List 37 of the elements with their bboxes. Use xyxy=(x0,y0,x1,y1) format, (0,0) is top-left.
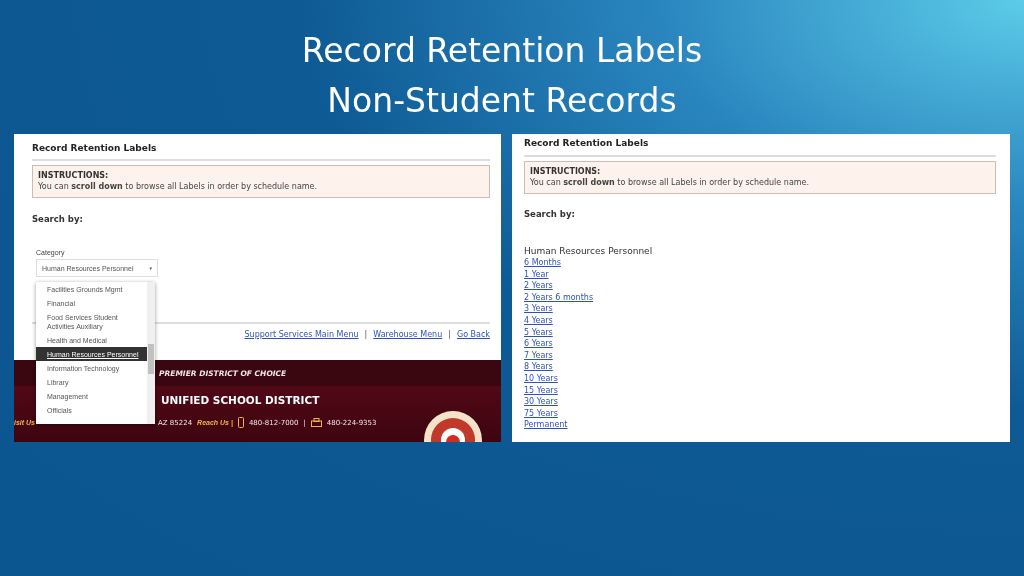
scrollbar[interactable] xyxy=(147,282,155,424)
link-separator: | xyxy=(448,330,451,339)
scrollbar-thumb[interactable] xyxy=(148,344,154,374)
nav-link[interactable]: Warehouse Menu xyxy=(373,330,443,339)
retention-link[interactable]: 2 Years 6 months xyxy=(524,291,594,304)
retention-link[interactable]: 4 Years xyxy=(524,314,553,327)
seal-logo-drawing xyxy=(423,410,483,442)
retention-link[interactable]: 30 Years xyxy=(524,396,558,408)
instructions-text: You can scroll down to browse all Labels in order by schedule name. xyxy=(530,177,810,189)
page-heading: Record Retention Labels xyxy=(524,137,649,149)
retention-link[interactable]: 15 Years xyxy=(524,384,558,397)
link-separator: | xyxy=(364,330,368,339)
fax-icon xyxy=(310,418,322,427)
page-heading: Record Retention Labels xyxy=(32,142,157,154)
slide-title: Record Retention Labels xyxy=(301,30,703,72)
instructions-text: You can scroll down to browse all Labels in order by schedule name. xyxy=(38,181,318,193)
phone-icon xyxy=(237,417,244,428)
retention-link[interactable]: 1 Year xyxy=(524,268,549,281)
nav-link[interactable]: Go Back xyxy=(456,330,490,339)
retention-link[interactable]: 8 Years xyxy=(524,361,553,373)
slide-title: Non-Student Records xyxy=(327,80,677,122)
retention-link[interactable]: Permanent xyxy=(524,419,568,431)
retention-link[interactable]: 75 Years xyxy=(524,407,558,420)
retention-link[interactable]: 5 Years xyxy=(524,326,553,339)
search-label: Search by: xyxy=(524,209,575,219)
retention-link[interactable]: 3 Years xyxy=(524,303,553,315)
district-name: UNIFIED SCHOOL DISTRICT xyxy=(161,394,320,406)
group-heading: Human Resources Personnel xyxy=(524,246,653,256)
retention-link[interactable]: 7 Years xyxy=(524,349,553,362)
retention-link[interactable]: 10 Years xyxy=(524,372,558,385)
nav-link[interactable]: Support Services Main Menu xyxy=(244,330,359,339)
retention-link[interactable]: 6 Months xyxy=(524,257,561,269)
retention-link[interactable]: 2 Years xyxy=(524,280,553,292)
instructions-label: INSTRUCTIONS: xyxy=(530,166,601,177)
instructions-label: INSTRUCTIONS: xyxy=(38,170,109,181)
search-label: Search by: xyxy=(32,214,83,224)
retention-link[interactable]: 6 Years xyxy=(524,338,553,350)
